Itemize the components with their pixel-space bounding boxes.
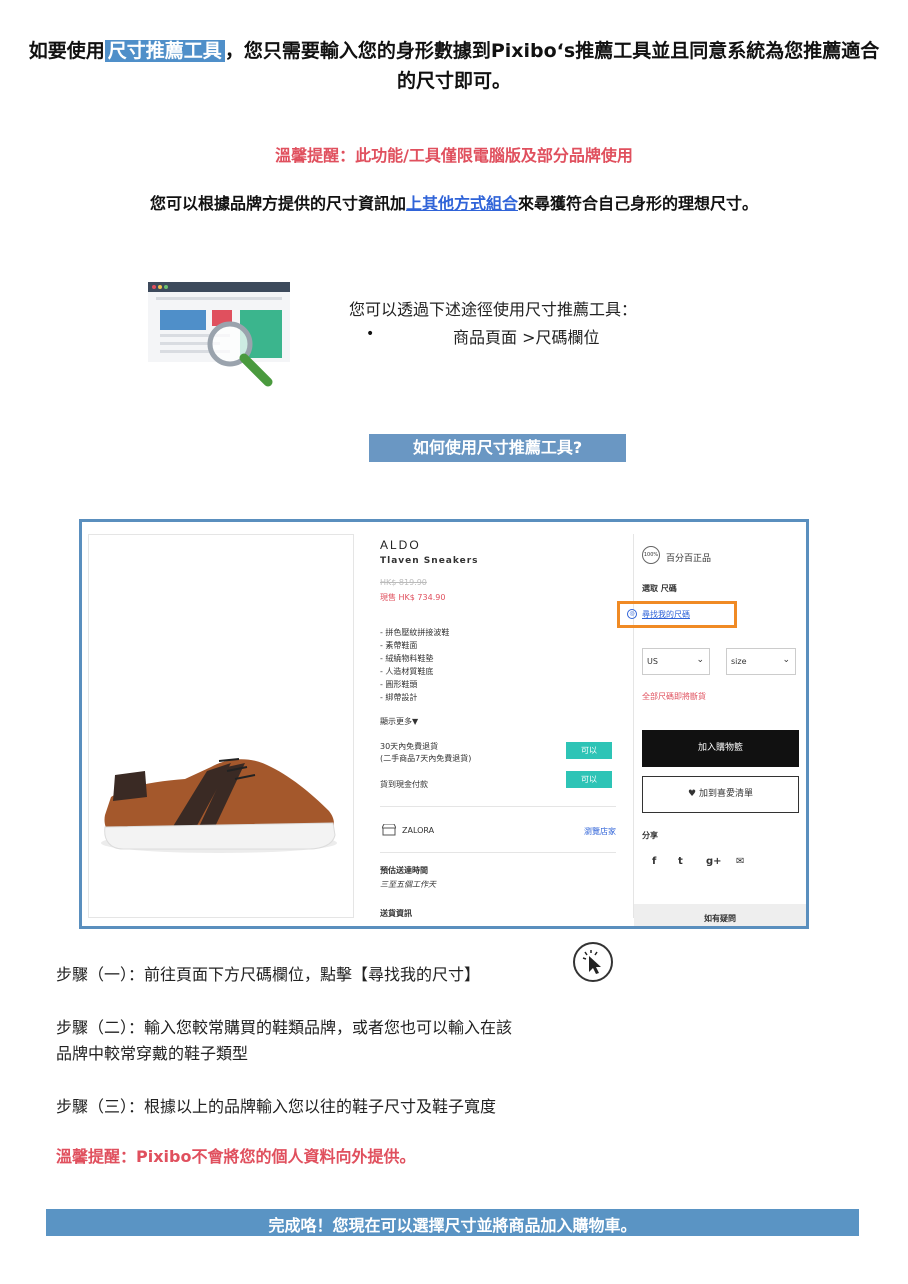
tip-notice: 溫馨提醒：此功能/工具僅限電腦版及部分品牌使用	[275, 146, 633, 165]
cod-badge: 可以	[566, 771, 612, 788]
return-badge: 可以	[566, 742, 612, 759]
twitter-icon[interactable]: t	[678, 856, 683, 867]
product-details: ALDO Tlaven Sneakers HK$ 819.90 現售 HK$ 7…	[380, 534, 616, 924]
howto-banner: 如何使用尺寸推薦工具?	[369, 434, 626, 462]
intro-part1: 如要使用	[28, 40, 105, 62]
product-image	[88, 534, 354, 918]
purchase-sidebar: 100% 百分百正品 選取 尺碼 ◎ 尋找我的尺碼 US ⌄ size ⌄ 全部…	[617, 534, 806, 926]
show-more-link[interactable]: 顯示更多▼	[380, 716, 418, 727]
bullet: •	[366, 326, 375, 342]
region-select[interactable]: US ⌄	[642, 648, 710, 675]
access-methods-label: 您可以透過下述途徑使用尺寸推薦工具：	[349, 300, 638, 319]
store-icon	[382, 824, 396, 836]
store-name: ZALORA	[402, 826, 435, 835]
select-size-label: 選取 尺碼	[642, 584, 677, 593]
browser-magnifier-illustration	[148, 282, 290, 387]
intro-part2: ，您只需要輸入您的身形數據到Pixibo‘s推薦工具並且同意系統為您推薦適合的尺…	[224, 40, 880, 92]
sale-price: 現售 HK$ 734.90	[380, 593, 446, 602]
original-price: HK$ 819.90	[380, 578, 427, 587]
add-to-wishlist-button[interactable]: ♥ 加到喜愛清單	[642, 776, 799, 813]
privacy-notice: 溫馨提醒：Pixibo不會將您的個人資料向外提供。	[56, 1147, 416, 1166]
heart-icon: ♥	[688, 789, 699, 799]
chevron-down-icon: ⌄	[696, 655, 704, 665]
step-two-line1: 步驟（二）：輸入您較常購買的鞋類品牌，或者您也可以輸入在該	[56, 1018, 513, 1037]
feature-item: - 素帶鞋面	[380, 641, 418, 650]
share-label: 分享	[642, 831, 658, 840]
intro-highlight: 尺寸推薦工具	[104, 40, 225, 62]
return-policy: 30天內免費退貨	[380, 742, 439, 751]
step-three: 步驟（三）：根據以上的品牌輸入您以往的鞋子尺寸及鞋子寬度	[56, 1097, 497, 1116]
visit-store-link[interactable]: 瀏覽店家	[584, 826, 616, 837]
authentic-badge-icon: 100%	[642, 546, 660, 564]
description: 您可以根據品牌方提供的尺寸資訊加上其他方式組合來尋獲符合自己身形的理想尺寸。	[0, 190, 908, 214]
feature-item: - 綁帶設計	[380, 693, 418, 702]
cash-on-delivery: 貨到現金付款	[380, 780, 428, 789]
eta-label: 預估送達時間	[380, 866, 428, 875]
low-stock-notice: 全部尺碼即將斷貨	[642, 692, 706, 701]
divider	[380, 852, 616, 853]
intro-text: 如要使用 尺寸推薦工具 ，您只需要輸入您的身形數據到Pixibo‘s推薦工具並且同意…	[20, 36, 888, 96]
step-one: 步驟（一）：前往頁面下方尺碼欄位，點擊【尋找我的尺寸】	[56, 965, 481, 984]
region-value: US	[647, 657, 658, 666]
desc-part1: 您可以根據品牌方提供的尺寸資訊加	[149, 194, 406, 213]
facebook-icon[interactable]: f	[652, 856, 656, 867]
wishlist-label: 加到喜愛清單	[698, 789, 753, 799]
authentic-label: 百分百正品	[666, 554, 712, 564]
sneaker-image	[101, 758, 337, 853]
product-name: Tlaven Sneakers	[380, 556, 479, 566]
eta-value: 三至五個工作天	[380, 880, 436, 889]
feature-item: - 人造材質鞋底	[380, 667, 434, 676]
cursor-click-icon	[573, 942, 613, 982]
size-value: size	[731, 657, 747, 666]
shipping-info: 送貨資訊	[380, 909, 412, 918]
chevron-down-icon: ⌄	[782, 655, 790, 665]
size-tool-icon: ◎	[627, 609, 637, 619]
divider	[380, 806, 616, 807]
size-select[interactable]: size ⌄	[726, 648, 796, 675]
desc-part2: 來尋獲符合自己身形的理想尺寸。	[518, 194, 759, 213]
access-method-item: 商品頁面 >尺碼欄位	[453, 328, 600, 347]
feature-item: - 拼色壓紋拼接波鞋	[380, 628, 450, 637]
feature-item: - 絨繞物料鞋墊	[380, 654, 434, 663]
done-banner: 完成咯！您現在可以選擇尺寸並將商品加入購物車。	[46, 1209, 859, 1236]
google-plus-icon[interactable]: g+	[706, 856, 722, 867]
brand-name[interactable]: ALDO	[380, 538, 421, 552]
feature-item: - 圓形鞋頭	[380, 680, 418, 689]
product-page-screenshot: ALDO Tlaven Sneakers HK$ 819.90 現售 HK$ 7…	[79, 519, 809, 929]
faq-button[interactable]: 如有疑問	[634, 904, 806, 926]
return-policy-note: (二手商品7天內免費退貨)	[380, 754, 472, 763]
find-my-size-button[interactable]: ◎ 尋找我的尺碼	[617, 601, 737, 628]
desc-link[interactable]: 上其他方式組合	[406, 194, 518, 213]
email-icon[interactable]: ✉	[736, 856, 744, 867]
find-my-size-label[interactable]: 尋找我的尺碼	[642, 609, 690, 620]
add-to-cart-button[interactable]: 加入購物籃	[642, 730, 799, 767]
step-two-line2: 品牌中較常穿戴的鞋子類型	[56, 1044, 249, 1063]
